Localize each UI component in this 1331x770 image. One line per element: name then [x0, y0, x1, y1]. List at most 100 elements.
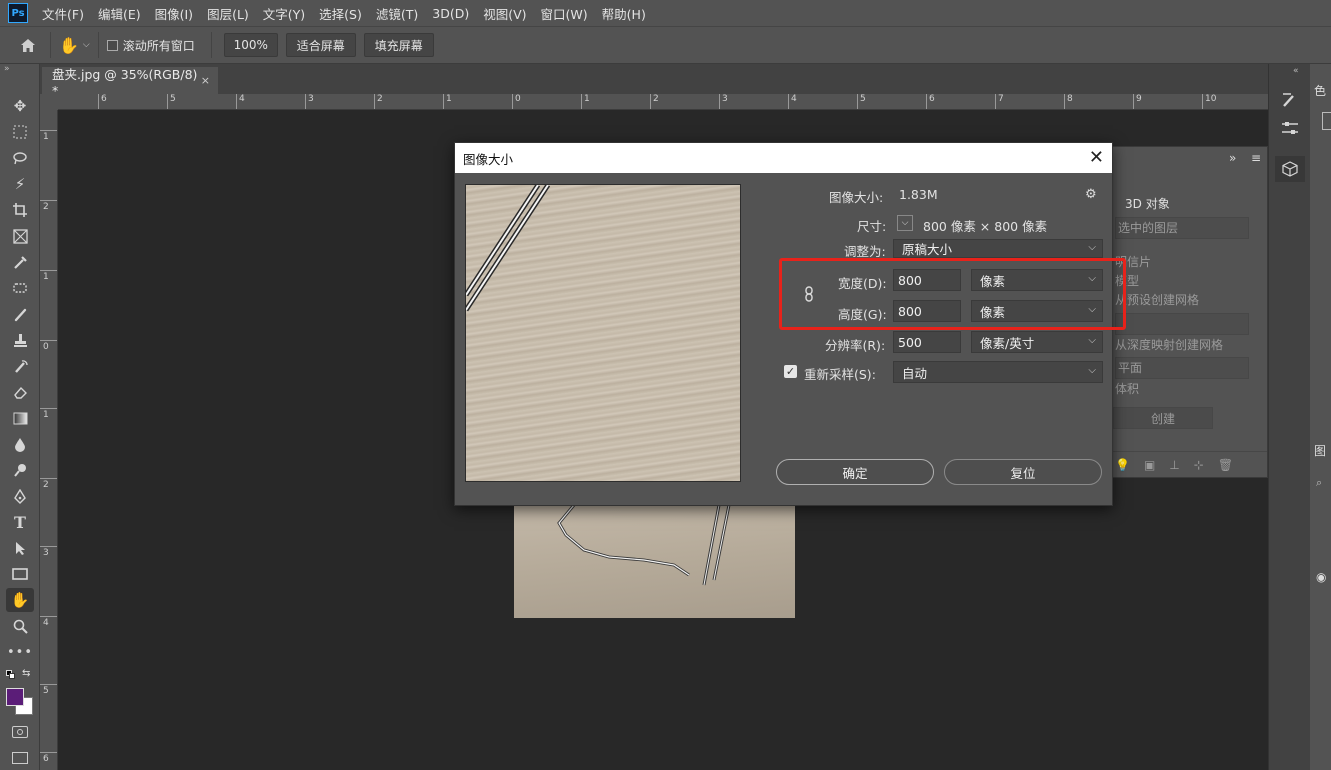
dialog-titlebar[interactable]: 图像大小 ✕ [455, 143, 1112, 173]
3d-panel-icon[interactable] [1275, 156, 1305, 182]
ruler-label: 6 [926, 94, 935, 109]
eraser-tool-icon[interactable] [6, 380, 34, 404]
3d-source-value: 选中的图层 [1118, 221, 1179, 235]
color-panel-widget[interactable] [1322, 112, 1331, 130]
3d-option-preset-mesh[interactable]: 从预设创建网格 [1115, 291, 1199, 308]
gear-icon[interactable]: ⚙ [1085, 187, 1097, 202]
vertical-ruler[interactable]: 1 2 1 0 1 2 3 4 5 6 [40, 110, 58, 770]
history-brush-tool-icon[interactable] [6, 354, 34, 378]
close-document-icon[interactable]: × [201, 74, 210, 87]
3d-create-button[interactable]: 创建 [1113, 407, 1213, 429]
ruler-label: 3 [40, 546, 57, 559]
quick-mask-icon[interactable] [12, 726, 28, 738]
menu-image[interactable]: 图像(I) [155, 4, 193, 23]
3d-source-select[interactable]: 选中的图层 [1115, 217, 1249, 239]
resample-checkbox[interactable]: ✓ [784, 365, 797, 378]
menu-window[interactable]: 窗口(W) [541, 4, 588, 23]
hand-tool-preset-icon[interactable]: ✋ [59, 36, 79, 55]
blur-tool-icon[interactable] [6, 432, 34, 456]
panel-expand-icon[interactable]: » [1229, 151, 1236, 165]
menu-help[interactable]: 帮助(H) [602, 4, 646, 23]
dimensions-value: 800 像素 × 800 像素 [923, 219, 1048, 234]
screen-mode-icon[interactable] [12, 752, 28, 764]
stamp-tool-icon[interactable] [6, 328, 34, 352]
ruler-label: 10 [1202, 94, 1216, 109]
brush-settings-icon[interactable] [1281, 92, 1299, 111]
resample-select[interactable]: 自动 ⌵ [893, 361, 1103, 383]
menu-type[interactable]: 文字(Y) [263, 4, 305, 23]
layers-search-icon[interactable]: ⌕ [1316, 476, 1322, 490]
dialog-close-icon[interactable]: ✕ [1089, 147, 1104, 168]
zoom-tool-icon[interactable] [6, 614, 34, 638]
collapse-toolbar-icon[interactable]: » [4, 64, 10, 74]
rectangle-tool-icon[interactable] [6, 562, 34, 586]
adjustments-icon[interactable] [1281, 120, 1299, 139]
menu-filter[interactable]: 滤镜(T) [376, 4, 418, 23]
3d-preset-select[interactable] [1115, 313, 1249, 335]
resample-label: 重新采样(S): [804, 367, 876, 382]
highlight-annotation-box [779, 258, 1126, 330]
ruler-label: 2 [40, 478, 57, 491]
more-tools-icon[interactable]: ••• [6, 640, 34, 664]
light-add-icon[interactable]: ⊹ [1194, 458, 1204, 472]
3d-depth-select[interactable]: 平面 [1115, 357, 1249, 379]
menu-edit[interactable]: 编辑(E) [98, 4, 141, 23]
light-icon[interactable]: 💡 [1115, 458, 1130, 472]
3d-option-depth-map[interactable]: 从深度映射创建网格 [1115, 336, 1223, 353]
menu-view[interactable]: 视图(V) [483, 4, 526, 23]
resolution-unit-select[interactable]: 像素/英寸 ⌵ [971, 331, 1103, 353]
menu-select[interactable]: 选择(S) [319, 4, 362, 23]
fit-to-select[interactable]: 原稿大小 ⌵ [893, 239, 1103, 258]
panel-menu-icon[interactable]: ≡ [1251, 151, 1261, 165]
path-selection-tool-icon[interactable] [6, 536, 34, 560]
ok-button[interactable]: 确定 [776, 459, 934, 485]
render-icon[interactable]: ▣ [1144, 458, 1155, 472]
fill-screen-button[interactable]: 填充屏幕 [363, 33, 434, 57]
foreground-color-swatch[interactable] [6, 688, 24, 706]
3d-option-volume[interactable]: 体积 [1115, 380, 1139, 397]
dodge-tool-icon[interactable] [6, 458, 34, 482]
pen-tool-icon[interactable] [6, 484, 34, 508]
fit-screen-button[interactable]: 适合屏幕 [285, 33, 356, 57]
hand-tool-icon[interactable]: ✋ [6, 588, 34, 612]
tools-panel: » ✥ ⚡ T ✋ ••• ⇆ [0, 64, 40, 770]
horizontal-ruler[interactable]: 6 5 4 3 2 1 0 1 2 3 4 5 6 7 8 9 10 [58, 94, 1268, 110]
ground-icon[interactable]: ⊥ [1169, 458, 1179, 472]
menu-file[interactable]: 文件(F) [42, 4, 84, 23]
zoom-100-button[interactable]: 100% [223, 33, 278, 57]
image-preview[interactable] [465, 184, 741, 482]
healing-brush-tool-icon[interactable] [6, 276, 34, 300]
default-colors-icon[interactable] [6, 670, 16, 680]
brush-tool-icon[interactable] [6, 302, 34, 326]
scroll-all-windows-label: 滚动所有窗口 [122, 38, 195, 53]
ruler-label: 3 [305, 94, 314, 109]
dimensions-chevron-icon[interactable]: ⌵ [897, 215, 913, 231]
move-tool-icon[interactable]: ✥ [6, 94, 34, 118]
crop-tool-icon[interactable] [6, 198, 34, 222]
reset-button[interactable]: 复位 [944, 459, 1102, 485]
document-image [514, 505, 795, 618]
resolution-input[interactable]: 500 [893, 331, 961, 353]
home-icon[interactable] [18, 38, 38, 53]
lasso-tool-icon[interactable] [6, 146, 34, 170]
menu-3d[interactable]: 3D(D) [432, 6, 469, 21]
swap-colors-icon[interactable]: ⇆ [22, 668, 30, 679]
color-panel-tab[interactable]: 色 [1314, 82, 1326, 99]
ruler-origin[interactable] [40, 94, 58, 110]
layers-panel-tab[interactable]: 图 [1314, 442, 1326, 459]
collapse-panels-icon[interactable]: « [1293, 66, 1299, 76]
eyedropper-tool-icon[interactable] [6, 250, 34, 274]
ruler-label: 0 [512, 94, 521, 109]
type-tool-icon[interactable]: T [6, 510, 34, 534]
layers-eye-icon[interactable]: ◉ [1316, 570, 1326, 584]
document-tab[interactable]: 盘夹.jpg @ 35%(RGB/8) * × [42, 67, 218, 98]
scroll-all-windows-checkbox[interactable] [106, 39, 118, 51]
marquee-tool-icon[interactable] [6, 120, 34, 144]
frame-tool-icon[interactable] [6, 224, 34, 248]
trash-icon[interactable]: 🗑 [1218, 458, 1233, 472]
chevron-down-icon[interactable]: ⌵ [83, 40, 90, 50]
ruler-label: 1 [40, 130, 57, 143]
menu-layer[interactable]: 图层(L) [207, 4, 249, 23]
magic-wand-tool-icon[interactable]: ⚡ [6, 172, 34, 196]
gradient-tool-icon[interactable] [6, 406, 34, 430]
